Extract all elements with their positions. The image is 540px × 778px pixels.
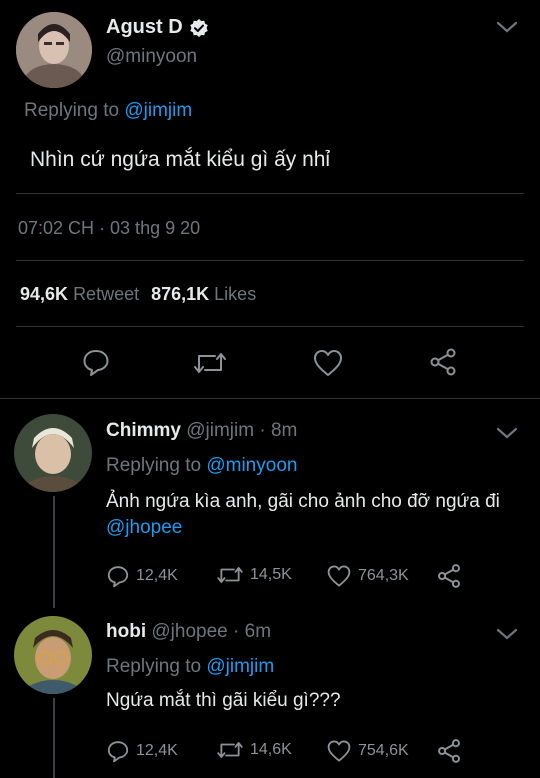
engagement-counts: 94,6K Retweet 876,1K Likes bbox=[20, 284, 256, 305]
replying-to-line: Replying to @minyoon bbox=[106, 455, 297, 477]
reply-count-value: 12,4K bbox=[136, 567, 178, 584]
replying-to-label: Replying to bbox=[106, 656, 202, 677]
reply-count[interactable]: 12,4K bbox=[106, 564, 178, 588]
thread-line bbox=[53, 496, 55, 608]
reply-text: Ảnh ngứa kìa anh, gãi cho ảnh cho đỡ ngứ… bbox=[106, 489, 526, 541]
reply-text: Ngứa mắt thì gãi kiểu gì??? bbox=[106, 690, 341, 711]
avatar[interactable] bbox=[14, 414, 92, 492]
likes-label: Likes bbox=[214, 284, 257, 304]
retweets-count: 94,6K bbox=[20, 284, 69, 304]
divider bbox=[16, 193, 524, 194]
replying-to-mention[interactable]: @minyoon bbox=[206, 455, 297, 476]
chevron-down-icon[interactable] bbox=[496, 426, 518, 440]
like-icon bbox=[326, 564, 352, 588]
reply-icon bbox=[106, 564, 130, 588]
author-name[interactable]: hobi bbox=[106, 621, 146, 642]
retweet-icon bbox=[216, 564, 244, 586]
like-count-value: 754,6K bbox=[358, 742, 409, 759]
author-name-text[interactable]: Agust D bbox=[106, 16, 183, 39]
replying-to-mention[interactable]: @jimjim bbox=[124, 100, 192, 121]
author-handle[interactable]: @jimjim bbox=[186, 420, 254, 441]
reply-header: hobi @jhopee · 6m bbox=[106, 621, 271, 643]
verified-badge-icon bbox=[189, 18, 209, 38]
chevron-down-icon[interactable] bbox=[496, 627, 518, 641]
like-icon[interactable] bbox=[312, 348, 344, 378]
replying-to-mention[interactable]: @jimjim bbox=[206, 656, 274, 677]
avatar-image bbox=[14, 616, 92, 694]
replying-to-line: Replying to @jimjim bbox=[24, 100, 192, 122]
replying-to-label: Replying to bbox=[106, 455, 202, 476]
share-icon[interactable] bbox=[436, 563, 462, 589]
reply-icon[interactable] bbox=[81, 347, 111, 377]
like-count[interactable]: 754,6K bbox=[326, 739, 409, 763]
like-icon bbox=[326, 739, 352, 763]
avatar-image bbox=[14, 414, 92, 492]
retweets-stat[interactable]: 94,6K Retweet bbox=[20, 284, 139, 305]
reply-header: Chimmy @jimjim · 8m bbox=[106, 420, 297, 442]
avatar-image bbox=[16, 12, 92, 88]
retweet-count[interactable]: 14,5K bbox=[216, 564, 292, 586]
reply-time[interactable]: · 8m bbox=[259, 420, 297, 441]
chevron-down-icon[interactable] bbox=[496, 20, 518, 34]
replying-to-line: Replying to @jimjim bbox=[106, 656, 274, 678]
retweet-icon bbox=[216, 739, 244, 761]
reply-text-mention[interactable]: @jhopee bbox=[106, 517, 182, 538]
replying-to-label: Replying to bbox=[24, 100, 120, 121]
share-icon[interactable] bbox=[428, 347, 458, 377]
retweet-count-value: 14,5K bbox=[250, 566, 292, 583]
retweet-count[interactable]: 14,6K bbox=[216, 739, 292, 761]
reply-icon bbox=[106, 739, 130, 763]
author-name[interactable]: Chimmy bbox=[106, 420, 181, 441]
tweet-timestamp[interactable]: 07:02 CH · 03 thg 9 20 bbox=[18, 218, 200, 239]
like-count[interactable]: 764,3K bbox=[326, 564, 409, 588]
likes-stat[interactable]: 876,1K Likes bbox=[151, 284, 256, 305]
retweet-icon[interactable] bbox=[193, 349, 227, 377]
share-icon[interactable] bbox=[436, 738, 462, 764]
avatar[interactable] bbox=[14, 616, 92, 694]
avatar[interactable] bbox=[16, 12, 92, 88]
author-handle[interactable]: @minyoon bbox=[106, 46, 197, 68]
divider bbox=[0, 398, 540, 399]
reply-time[interactable]: · 6m bbox=[233, 621, 271, 642]
reply-text-body: Ảnh ngứa kìa anh, gãi cho ảnh cho đỡ ngứ… bbox=[106, 491, 500, 512]
retweets-label: Retweet bbox=[73, 284, 140, 304]
reply-count[interactable]: 12,4K bbox=[106, 739, 178, 763]
likes-count: 876,1K bbox=[151, 284, 210, 304]
divider bbox=[16, 260, 524, 261]
like-count-value: 764,3K bbox=[358, 567, 409, 584]
tweet-text: Nhìn cứ ngứa mắt kiểu gì ấy nhỉ bbox=[30, 148, 331, 171]
thread-line bbox=[53, 698, 55, 778]
retweet-count-value: 14,6K bbox=[250, 741, 292, 758]
divider bbox=[16, 326, 524, 327]
reply-count-value: 12,4K bbox=[136, 742, 178, 759]
author-handle[interactable]: @jhopee bbox=[151, 621, 227, 642]
author-name[interactable]: Agust D bbox=[106, 16, 209, 39]
